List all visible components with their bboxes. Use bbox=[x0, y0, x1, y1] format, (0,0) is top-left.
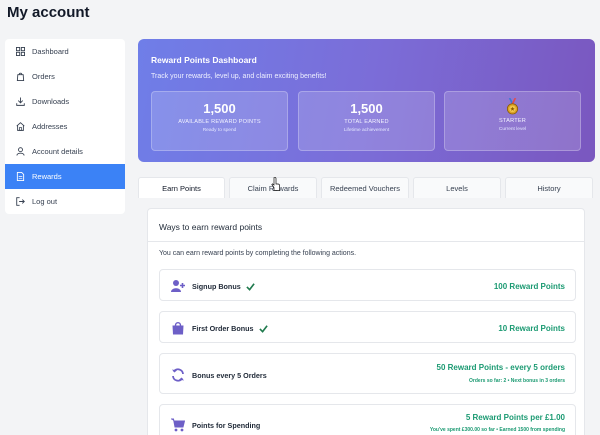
sidebar-item-addresses[interactable]: Addresses bbox=[5, 114, 125, 139]
account-sidebar: Dashboard Orders Downloads Addresses Acc… bbox=[5, 39, 125, 214]
shopping-bag-icon bbox=[171, 321, 185, 335]
sidebar-item-label: Addresses bbox=[32, 122, 68, 131]
stat-value: 1,500 bbox=[203, 101, 236, 116]
rewards-tabs: Earn Points Claim Rewards Redeemed Vouch… bbox=[138, 177, 595, 198]
tab-history[interactable]: History bbox=[505, 177, 593, 198]
sidebar-item-rewards[interactable]: Rewards bbox=[5, 164, 125, 189]
stat-available-points: 1,500 AVAILABLE REWARD POINTS Ready to s… bbox=[151, 91, 288, 151]
earn-row-first-order-bonus: First Order Bonus 10 Reward Points bbox=[159, 311, 576, 343]
sidebar-item-label: Rewards bbox=[32, 172, 62, 181]
earn-row-points: 50 Reward Points - every 5 orders bbox=[436, 363, 566, 372]
check-icon bbox=[258, 325, 268, 333]
cart-icon bbox=[171, 418, 186, 432]
earn-row-label: Points for Spending bbox=[192, 421, 261, 430]
panel-divider bbox=[148, 241, 584, 242]
stat-sub: Ready to spend bbox=[202, 128, 237, 133]
panel-title: Ways to earn reward points bbox=[159, 222, 263, 232]
earn-row-points-for-spending: Points for Spending 5 Reward Points per … bbox=[159, 404, 576, 435]
dashboard-icon bbox=[15, 47, 25, 57]
earn-row-points: 100 Reward Points bbox=[493, 282, 565, 291]
stat-label: TOTAL EARNED bbox=[344, 119, 389, 125]
earn-row-label: First Order Bonus bbox=[192, 324, 254, 333]
earn-points-panel: Ways to earn reward points You can earn … bbox=[147, 208, 585, 435]
mouse-cursor-icon bbox=[271, 177, 280, 191]
earn-row-note: Orders so far: 2 • Next bonus in 3 order… bbox=[469, 378, 565, 384]
sidebar-item-label: Account details bbox=[32, 147, 83, 156]
page-title: My account bbox=[7, 4, 90, 21]
banner-subtitle: Track your rewards, level up, and claim … bbox=[151, 73, 327, 80]
document-icon bbox=[15, 172, 25, 182]
reward-dashboard-banner: Reward Points Dashboard Track your rewar… bbox=[138, 39, 595, 162]
refresh-icon bbox=[171, 368, 185, 382]
earn-row-signup-bonus: Signup Bonus 100 Reward Points bbox=[159, 269, 576, 301]
earn-row-note: You've spent £300.00 so far • Earned 150… bbox=[429, 427, 565, 433]
earn-row-points: 10 Reward Points bbox=[498, 324, 565, 333]
sidebar-item-dashboard[interactable]: Dashboard bbox=[5, 39, 125, 64]
download-icon bbox=[15, 97, 25, 107]
orders-icon bbox=[15, 72, 25, 82]
stat-total-earned: 1,500 TOTAL EARNED Lifetime achievement bbox=[298, 91, 435, 151]
earn-row-label: Signup Bonus bbox=[192, 282, 241, 291]
home-icon bbox=[15, 122, 25, 132]
tab-earn-points[interactable]: Earn Points bbox=[138, 177, 225, 198]
earn-row-name: Points for Spending bbox=[192, 421, 260, 430]
stat-sub: Current level bbox=[498, 127, 527, 132]
earn-row-label: Bonus every 5 Orders bbox=[192, 371, 267, 380]
earn-row-bonus-every-5-orders: Bonus every 5 Orders 50 Reward Points - … bbox=[159, 353, 576, 394]
check-icon bbox=[246, 283, 255, 291]
banner-title: Reward Points Dashboard bbox=[151, 55, 257, 65]
user-plus-icon bbox=[171, 279, 185, 293]
user-icon bbox=[15, 147, 25, 157]
logout-icon bbox=[15, 197, 25, 207]
sidebar-item-account-details[interactable]: Account details bbox=[5, 139, 125, 164]
earn-row-name: First Order Bonus bbox=[192, 324, 268, 333]
earn-row-name: Bonus every 5 Orders bbox=[192, 371, 267, 380]
sidebar-item-label: Orders bbox=[32, 72, 55, 81]
tab-redeemed-vouchers[interactable]: Redeemed Vouchers bbox=[321, 177, 409, 198]
sidebar-item-logout[interactable]: Log out bbox=[5, 189, 125, 214]
stat-value: 1,500 bbox=[350, 101, 383, 116]
sidebar-item-label: Downloads bbox=[32, 97, 70, 106]
tab-levels[interactable]: Levels bbox=[413, 177, 501, 198]
panel-description: You can earn reward points by completing… bbox=[159, 250, 357, 257]
medal-icon bbox=[445, 98, 580, 116]
stat-current-level: STARTER Current level bbox=[444, 91, 581, 151]
earn-row-name: Signup Bonus bbox=[192, 282, 255, 291]
sidebar-item-label: Dashboard bbox=[32, 47, 69, 56]
stat-label: AVAILABLE REWARD POINTS bbox=[178, 119, 261, 125]
stat-sub: Lifetime achievement bbox=[343, 128, 390, 133]
sidebar-item-orders[interactable]: Orders bbox=[5, 64, 125, 89]
sidebar-item-label: Log out bbox=[32, 197, 58, 206]
sidebar-item-downloads[interactable]: Downloads bbox=[5, 89, 125, 114]
stat-label: STARTER bbox=[499, 118, 526, 124]
earn-row-points: 5 Reward Points per £1.00 bbox=[465, 413, 565, 422]
